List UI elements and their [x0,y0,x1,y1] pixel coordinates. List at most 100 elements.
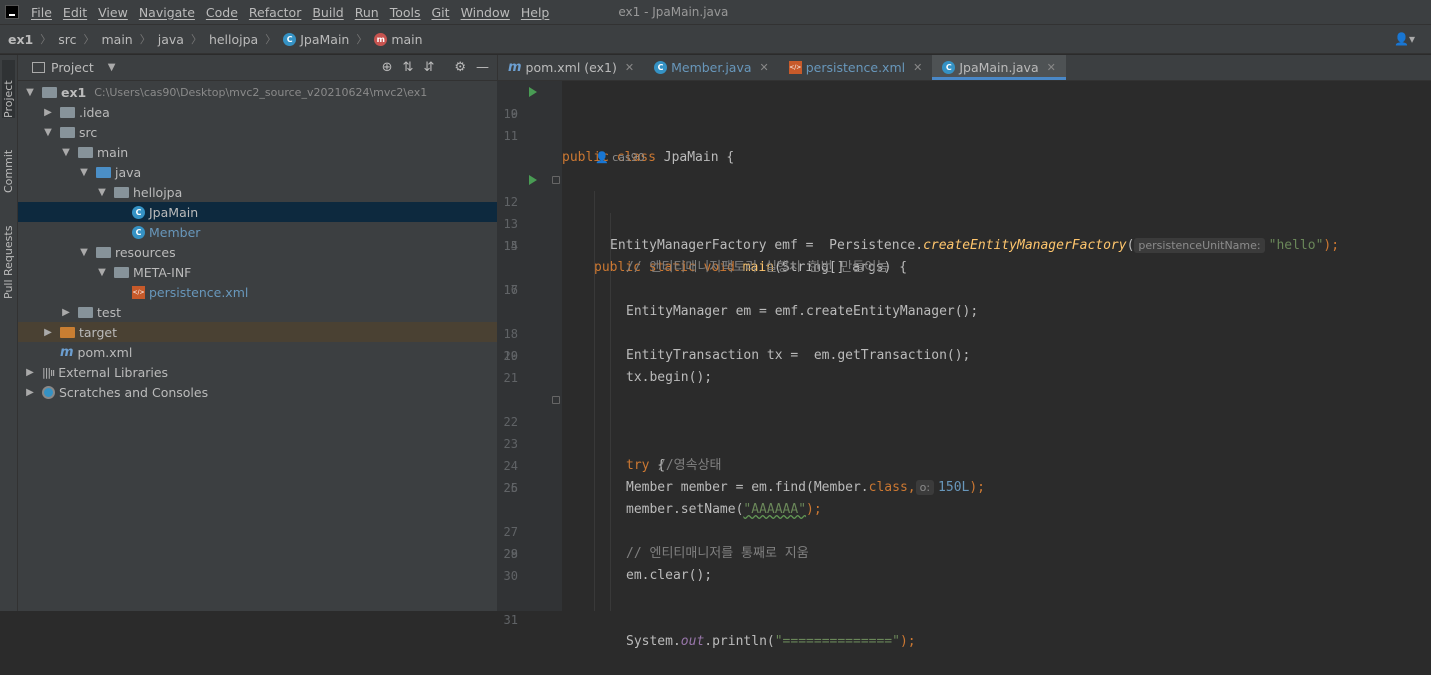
tree-item-target[interactable]: ▶ target [18,322,497,342]
chevron-down-icon[interactable]: ▼ [60,147,72,158]
tree-item-main[interactable]: ▼ main [18,142,497,162]
breadcrumb-ex1[interactable]: ex1 [8,32,33,47]
tree-item-member[interactable]: C Member [18,222,497,242]
tool-tab-pull-requests[interactable]: Pull Requests [2,213,15,299]
code-line: 31 System.out.println("=============="); [497,587,1431,649]
tab-member-java[interactable]: C Member.java ✕ [644,55,779,80]
code-line: 26 [497,477,1431,499]
chevron-down-icon[interactable]: ▼ [96,267,108,278]
maven-icon: m [60,344,74,360]
chevron-right-icon[interactable]: ▶ [42,327,54,338]
tab-pom-xml[interactable]: m pom.xml (ex1) ✕ [498,55,644,80]
menu-tools[interactable]: Tools [390,5,421,20]
close-icon[interactable]: ✕ [760,61,769,74]
dropdown-arrow-icon[interactable]: ▼ [108,62,116,73]
chevron-right-icon: 〉 [356,33,368,46]
breadcrumb-jpamain[interactable]: C JpaMain [283,32,349,47]
intellij-logo-icon [5,5,19,19]
code-line: 23 //영속상태 [497,411,1431,473]
run-icon[interactable] [529,87,537,97]
chevron-down-icon[interactable]: ▼ [78,247,90,258]
tree-item-jpamain[interactable]: C JpaMain [18,202,497,222]
code-line: 27 // 엔티티매니저를 통째로 지움 [497,499,1431,561]
menu-file[interactable]: File [31,5,52,20]
minimize-icon[interactable]: — [476,60,489,75]
close-icon[interactable]: ✕ [1047,61,1056,74]
code-author-hint[interactable]: 👤 cas90 [595,151,645,164]
tree-item-idea[interactable]: ▶ .idea [18,102,497,122]
fold-icon[interactable] [552,396,560,404]
tree-item-src[interactable]: ▼ src [18,122,497,142]
menu-run[interactable]: Run [355,5,379,20]
tab-persistence-xml[interactable]: </> persistence.xml ✕ [779,55,933,80]
chevron-down-icon[interactable]: ▼ [42,127,54,138]
tree-item-ex1[interactable]: ▼ ex1 C:\Users\cas90\Desktop\mvc2_source… [18,82,497,102]
tree-item-resources[interactable]: ▼ resources [18,242,497,262]
tree-item-java[interactable]: ▼ java [18,162,497,182]
run-icon[interactable] [529,175,537,185]
fold-icon[interactable] [552,176,560,184]
collapse-all-icon[interactable]: ⇵ [423,60,434,75]
code-line: 18 EntityTransaction tx = em.getTransact… [497,301,1431,363]
project-panel-title[interactable]: Project [51,60,94,75]
tree-item-hellojpa[interactable]: ▼ hellojpa [18,182,497,202]
menu-code[interactable]: Code [206,5,238,20]
code-editor[interactable]: 9 public class JpaMain { 10 11 👤 cas90 1… [497,81,1431,649]
expand-all-icon[interactable]: ⇅ [403,60,414,75]
tree-item-external-libraries[interactable]: ▶ |||ıı External Libraries [18,362,497,382]
menu-build[interactable]: Build [312,5,343,20]
locate-icon[interactable]: ⊕ [382,60,393,75]
tree-item-pom-xml[interactable]: m pom.xml [18,342,497,362]
chevron-right-icon[interactable]: ▶ [60,307,72,318]
module-folder-icon [42,86,57,98]
close-icon[interactable]: ✕ [913,61,922,74]
chevron-right-icon[interactable]: ▶ [24,367,36,378]
menu-help[interactable]: Help [521,5,550,20]
code-token: System. [626,634,681,649]
breadcrumb-java[interactable]: java [158,32,184,47]
chevron-down-icon[interactable]: ▼ [78,167,90,178]
tree-item-label: test [97,304,122,320]
chevron-down-icon[interactable]: ▼ [96,187,108,198]
tool-tab-project[interactable]: Project [2,60,15,118]
excluded-folder-icon [60,326,75,338]
chevron-right-icon[interactable]: ▶ [24,387,36,398]
code-token: out [680,634,705,649]
gear-icon[interactable]: ⚙ [454,60,466,75]
tool-tab-commit[interactable]: Commit [2,137,15,193]
tree-item-meta-inf[interactable]: ▼ META-INF [18,262,497,282]
user-account-icon[interactable]: 👤▾ [1394,32,1415,46]
code-line: 28 em.clear(); [497,521,1431,583]
chevron-right-icon: 〉 [190,33,202,46]
menu-refactor[interactable]: Refactor [249,5,301,20]
editor-tab-bar: m pom.xml (ex1) ✕ C Member.java ✕ </> pe… [497,55,1431,81]
tree-item-test[interactable]: ▶ test [18,302,497,322]
close-icon[interactable]: ✕ [625,61,634,74]
chevron-down-icon[interactable]: ▼ [24,87,36,98]
tab-jpamain-java[interactable]: C JpaMain.java ✕ [932,55,1066,80]
window-title: ex1 - JpaMain.java [618,5,729,19]
xml-file-icon: </> [132,285,145,299]
breadcrumb-hellojpa[interactable]: hellojpa [209,32,258,47]
breadcrumb-src[interactable]: src [58,32,76,47]
menu-view[interactable]: View [98,5,128,20]
breadcrumb: ex1 〉 src 〉 main 〉 java 〉 hellojpa 〉 C Jp… [0,24,1431,54]
menu-navigate[interactable]: Navigate [139,5,195,20]
tab-label: persistence.xml [805,60,906,75]
line-number: 30 [503,569,518,583]
class-icon: C [283,32,297,46]
package-icon [114,186,129,198]
breadcrumb-main-folder[interactable]: main [102,32,133,47]
chevron-right-icon[interactable]: ▶ [42,107,54,118]
menu-window[interactable]: Window [461,5,510,20]
breadcrumb-method-main[interactable]: m main [374,32,423,47]
menu-git[interactable]: Git [432,5,450,20]
tree-item-label: JpaMain [149,204,199,220]
code-line: 14 // 엔티티매니저팩토리 실행시 한번 만들어놈 [497,213,1431,275]
code-line: 22 try { [497,389,1431,473]
tab-label: Member.java [671,60,752,75]
menu-edit[interactable]: Edit [63,5,87,20]
tree-item-scratches[interactable]: ▶ Scratches and Consoles [18,382,497,402]
tree-item-persistence-xml[interactable]: </> persistence.xml [18,282,497,302]
code-line: 11 [497,125,1431,147]
